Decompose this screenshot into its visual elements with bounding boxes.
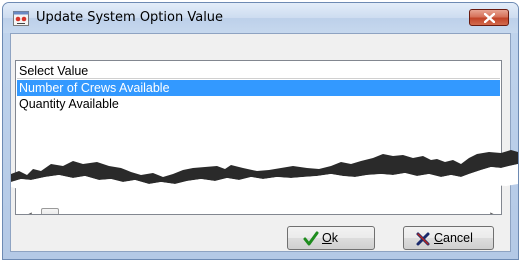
ok-button-label: Ok xyxy=(322,231,338,245)
ok-button[interactable]: Ok xyxy=(287,226,375,250)
torn-edge-decoration xyxy=(11,150,518,193)
list-item-number-of-crews[interactable]: Number of Crews Available xyxy=(17,80,500,96)
scroll-left-arrow-icon[interactable]: ◂ xyxy=(21,207,38,214)
close-button[interactable] xyxy=(469,9,509,26)
scroll-right-arrow-icon[interactable]: ▸ xyxy=(484,207,501,214)
x-icon xyxy=(416,232,430,246)
cancel-button-label: Cancel xyxy=(434,231,473,245)
scroll-thumb[interactable] xyxy=(41,208,59,214)
title-bar[interactable]: Update System Option Value xyxy=(3,3,518,33)
close-icon xyxy=(484,13,495,23)
checkmark-icon xyxy=(303,231,319,246)
cancel-button[interactable]: Cancel xyxy=(403,226,494,250)
horizontal-scrollbar[interactable]: ◂ ▸ xyxy=(21,207,501,214)
list-header: Select Value xyxy=(17,63,500,79)
dialog-content: Select Value Number of Crews Available Q… xyxy=(10,33,518,252)
window-title: Update System Option Value xyxy=(36,10,224,25)
app-options-icon xyxy=(13,11,29,26)
list-item-quantity-available[interactable]: Quantity Available xyxy=(17,96,500,112)
dialog-window: Update System Option Value Select Value … xyxy=(2,2,519,260)
